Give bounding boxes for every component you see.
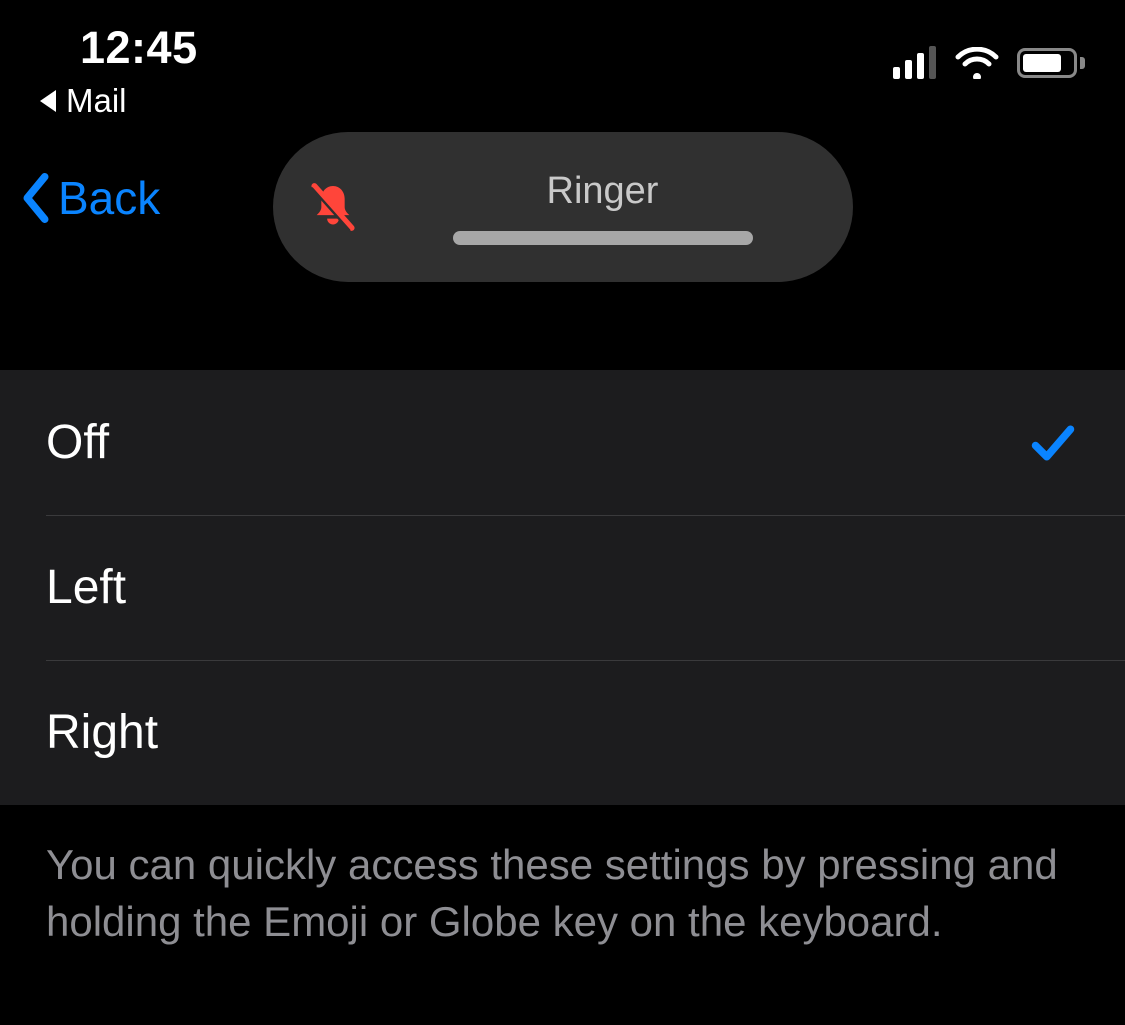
option-label: Off — [46, 415, 109, 470]
option-row-right[interactable]: Right — [0, 660, 1125, 805]
breadcrumb[interactable]: Mail — [40, 82, 198, 120]
option-row-off[interactable]: Off — [0, 370, 1125, 515]
status-time: 12:45 — [40, 22, 198, 74]
wifi-icon — [954, 46, 999, 79]
status-bar: 12:45 Mail — [0, 0, 1125, 130]
cellular-signal-icon — [893, 46, 936, 79]
battery-icon — [1017, 48, 1085, 78]
option-row-left[interactable]: Left — [0, 515, 1125, 660]
ringer-volume-track — [453, 231, 753, 245]
back-triangle-icon — [40, 90, 56, 112]
option-label: Left — [46, 560, 126, 615]
option-label: Right — [46, 705, 158, 760]
breadcrumb-label: Mail — [66, 82, 127, 120]
ringer-volume-fill — [453, 231, 753, 245]
options-group: Off Left Right — [0, 370, 1125, 805]
group-footer-text: You can quickly access these settings by… — [0, 805, 1125, 950]
bell-slash-icon — [303, 177, 363, 237]
ringer-hud-title: Ringer — [547, 170, 659, 213]
chevron-left-icon — [18, 168, 54, 228]
back-button-label: Back — [58, 171, 160, 225]
back-button[interactable]: Back — [18, 168, 160, 228]
ringer-volume-hud: Ringer — [273, 132, 853, 282]
checkmark-icon — [1027, 417, 1079, 469]
